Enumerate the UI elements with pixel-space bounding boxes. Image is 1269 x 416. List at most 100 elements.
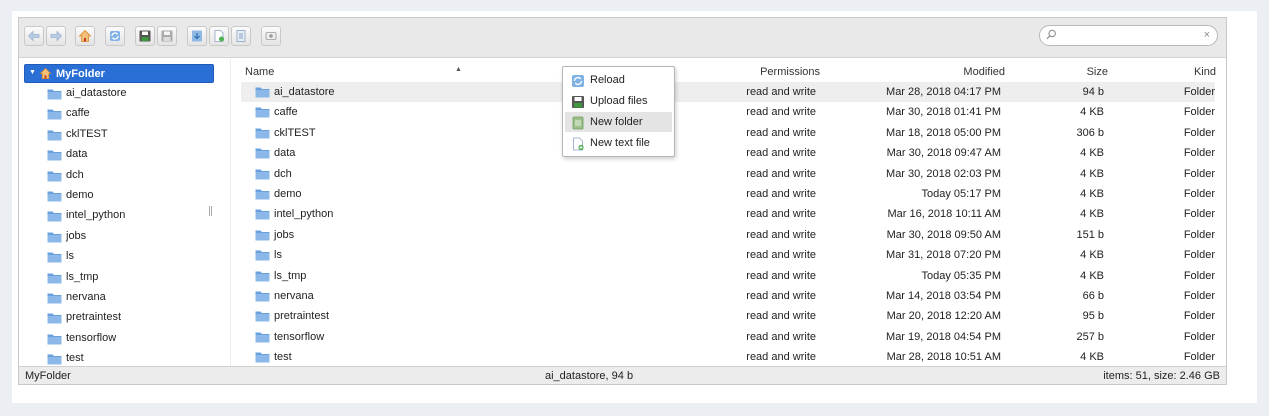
tree-item-label: data [66, 148, 88, 161]
table-row[interactable]: cklTEST read and write Mar 18, 2018 05:00 … [241, 123, 1215, 143]
search-box[interactable]: × [1039, 25, 1218, 46]
column-permissions-header[interactable]: Permissions [760, 66, 820, 78]
cell-modified: Mar 30, 2018 02:03 PM [886, 167, 1001, 180]
cell-permissions: read and write [746, 330, 816, 343]
table-row[interactable]: test read and write Mar 28, 2018 10:51 AM 4… [241, 347, 1215, 366]
clear-search-icon[interactable]: × [1204, 29, 1210, 41]
folder-icon [255, 189, 270, 200]
status-summary: items: 51, size: 2.46 GB [1103, 370, 1220, 382]
cell-size: 4 KB [1080, 351, 1104, 364]
cell-kind: Folder [1183, 86, 1215, 98]
tree-item-label: dch [66, 168, 84, 181]
cell-size: 4 KB [1080, 249, 1104, 262]
table-row[interactable]: caffe read and write Mar 30, 2018 01:41 PM… [241, 102, 1215, 122]
menu-item-reload[interactable]: Reload [565, 70, 672, 90]
new-file-button[interactable] [209, 26, 229, 46]
cell-name: ls_tmp [274, 269, 307, 282]
folder-icon [47, 273, 62, 284]
cell-name: intel_python [274, 208, 334, 221]
folder-icon [255, 209, 270, 220]
reload-button[interactable] [105, 26, 125, 46]
column-modified-header[interactable]: Modified [963, 66, 1005, 78]
tree-root-myfolder[interactable]: ▼ MyFolder [24, 64, 214, 83]
table-row[interactable]: intel_python read and write Mar 16, 2018 1… [241, 204, 1215, 224]
save-as-button[interactable] [157, 26, 177, 46]
column-name-header[interactable]: Name [245, 66, 274, 78]
cell-permissions: read and write [746, 86, 816, 98]
forward-button[interactable] [46, 26, 66, 46]
folder-icon [47, 109, 62, 120]
cell-size: 4 KB [1080, 188, 1104, 200]
tree-item-label: jobs [66, 229, 87, 242]
folder-icon [255, 128, 270, 139]
reload-icon [572, 75, 584, 87]
folder-icon [255, 332, 270, 343]
caret-down-icon[interactable]: ▼ [29, 69, 36, 76]
info-button[interactable] [231, 26, 251, 46]
folder-icon [47, 211, 62, 222]
column-kind-header[interactable]: Kind [1194, 66, 1216, 78]
table-row[interactable]: nervana read and write Mar 14, 2018 03:54 … [241, 286, 1215, 306]
menu-item-new-text-file[interactable]: New text file [565, 133, 672, 153]
tree-item-label: nervana [66, 291, 106, 303]
cell-modified: Mar 14, 2018 03:54 PM [886, 290, 1001, 302]
cell-modified: Today 05:35 PM [921, 269, 1002, 282]
view-toggle-button[interactable] [261, 26, 281, 46]
cell-kind: Folder [1183, 249, 1215, 262]
folder-icon [255, 250, 270, 261]
download-button[interactable] [187, 26, 207, 46]
folder-icon [255, 230, 270, 241]
status-path: MyFolder [25, 370, 71, 382]
cell-kind: Folder [1183, 208, 1215, 221]
cell-modified: Mar 20, 2018 12:20 AM [886, 310, 1001, 323]
cell-modified: Mar 30, 2018 09:47 AM [886, 147, 1001, 160]
cell-name: caffe [274, 106, 298, 119]
cell-modified: Mar 16, 2018 10:11 AM [887, 208, 1001, 221]
cell-permissions: read and write [746, 188, 816, 200]
back-button[interactable] [24, 26, 44, 46]
cell-kind: Folder [1183, 106, 1215, 119]
arrow-left-icon [27, 30, 40, 42]
table-row[interactable]: tensorflow read and write Mar 19, 2018 04:… [241, 327, 1215, 347]
folder-icon [255, 352, 270, 363]
cell-modified: Mar 18, 2018 05:00 PM [886, 126, 1001, 139]
table-row[interactable]: pretraintest read and write Mar 20, 2018 1… [241, 306, 1215, 326]
folder-icon [47, 293, 62, 304]
cell-size: 95 b [1082, 310, 1104, 323]
info-icon [236, 30, 246, 42]
table-row[interactable]: dch read and write Mar 30, 2018 02:03 PM 4 … [241, 164, 1215, 184]
pane-divider[interactable] [230, 59, 231, 366]
toolbar: × [19, 18, 1226, 58]
search-input[interactable] [1060, 28, 1200, 43]
folder-icon [255, 87, 270, 98]
tree-resize-handle[interactable] [209, 206, 212, 216]
column-size-header[interactable]: Size [1087, 66, 1108, 78]
cell-modified: Mar 31, 2018 07:20 PM [886, 249, 1001, 262]
menu-item-upload-files[interactable]: Upload files [565, 91, 672, 111]
save-button[interactable] [135, 26, 155, 46]
home-button[interactable] [75, 26, 95, 46]
home-icon [78, 29, 92, 42]
table-row[interactable]: demo read and write Today 05:17 PM 4 KB Fold… [241, 184, 1215, 204]
cell-kind: Folder [1183, 330, 1215, 343]
table-row[interactable]: ai_datastore read and write Mar 28, 2018 0… [241, 82, 1215, 102]
cell-permissions: read and write [746, 147, 816, 160]
table-row[interactable]: data read and write Mar 30, 2018 09:47 AM 4… [241, 143, 1215, 163]
tree-item-label: ls_tmp [66, 270, 99, 283]
cell-permissions: read and write [746, 228, 816, 241]
cell-kind: Folder [1183, 126, 1215, 139]
folder-icon [255, 148, 270, 159]
cell-modified: Mar 28, 2018 04:17 PM [886, 86, 1001, 98]
table-row[interactable]: ls read and write Mar 31, 2018 07:20 PM 4 K… [241, 245, 1215, 265]
new-text-file-icon [573, 137, 584, 151]
menu-item-new-folder[interactable]: New folder [565, 112, 672, 132]
cell-name: tensorflow [274, 330, 325, 343]
table-row[interactable]: jobs read and write Mar 30, 2018 09:50 AM 1… [241, 225, 1215, 245]
cell-kind: Folder [1183, 188, 1215, 200]
context-menu: Reload Upload files New folder New text … [562, 66, 675, 157]
cell-name: ai_datastore [274, 86, 335, 98]
status-selection: ai_datastore, 94 b [545, 370, 634, 382]
folder-icon [47, 252, 62, 263]
cell-size: 4 KB [1080, 147, 1104, 160]
table-row[interactable]: ls_tmp read and write Today 05:35 PM 4 KB Fo… [241, 266, 1215, 286]
